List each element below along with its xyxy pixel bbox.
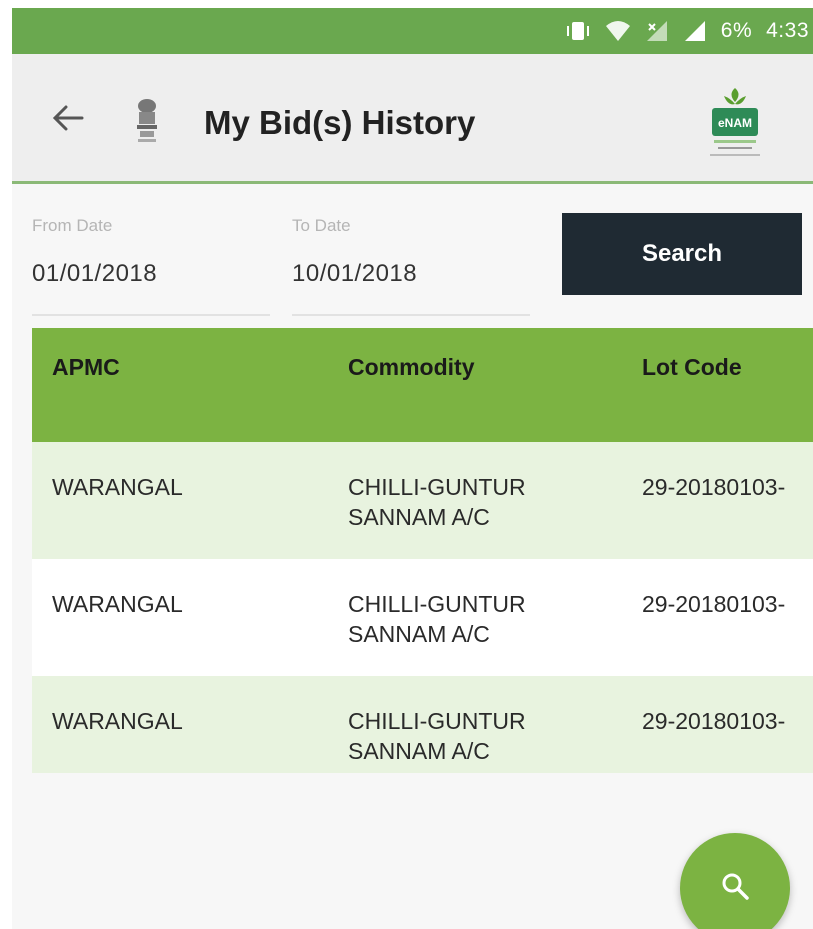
cell-lot-code: 29-20180103- xyxy=(642,708,786,734)
table-row[interactable]: WARANGAL CHILLI-GUNTUR SANNAM A/C 29-201… xyxy=(32,676,813,773)
page-title: My Bid(s) History xyxy=(204,104,476,141)
enam-logo: eNAM xyxy=(702,84,768,170)
to-date-field[interactable]: To Date 10/01/2018 xyxy=(292,208,530,316)
commodity-line1: CHILLI-GUNTUR xyxy=(348,591,526,617)
search-icon xyxy=(720,871,750,906)
cell-commodity: CHILLI-GUNTUR SANNAM A/C xyxy=(348,472,526,532)
header-lot-code[interactable]: Lot Code xyxy=(642,354,742,381)
search-fab[interactable] xyxy=(680,833,790,929)
commodity-line1: CHILLI-GUNTUR xyxy=(348,474,526,500)
cell-commodity: CHILLI-GUNTUR SANNAM A/C xyxy=(348,706,526,766)
app-bar: My Bid(s) History eNAM xyxy=(12,54,813,184)
bid-history-table: APMC Commodity Lot Code WARANGAL CHILLI-… xyxy=(32,328,813,773)
wifi-icon xyxy=(605,20,631,42)
no-sim-signal-icon xyxy=(645,20,669,42)
logo-text: eNAM xyxy=(718,116,752,130)
battery-level: 6% xyxy=(720,19,753,42)
cell-apmc: WARANGAL xyxy=(52,708,183,734)
to-date-underline xyxy=(292,314,530,316)
arrow-left-icon[interactable] xyxy=(50,100,86,136)
clock: 4:33 xyxy=(766,19,809,42)
signal-icon xyxy=(683,20,707,42)
commodity-line2: SANNAM A/C xyxy=(348,504,490,530)
header-apmc[interactable]: APMC xyxy=(52,354,120,381)
from-date-value[interactable]: 01/01/2018 xyxy=(32,260,157,288)
from-date-underline xyxy=(32,314,270,316)
commodity-line1: CHILLI-GUNTUR xyxy=(348,708,526,734)
header-commodity[interactable]: Commodity xyxy=(348,354,475,381)
commodity-line2: SANNAM A/C xyxy=(348,621,490,647)
vibrate-icon xyxy=(565,19,591,43)
status-bar: 6% 4:33 xyxy=(12,8,813,54)
cell-apmc: WARANGAL xyxy=(52,474,183,500)
cell-lot-code: 29-20180103- xyxy=(642,474,786,500)
to-date-label: To Date xyxy=(292,216,351,235)
cell-lot-code: 29-20180103- xyxy=(642,591,786,617)
to-date-value[interactable]: 10/01/2018 xyxy=(292,260,417,288)
table-row[interactable]: WARANGAL CHILLI-GUNTUR SANNAM A/C 29-201… xyxy=(32,559,813,676)
screenshot-border xyxy=(0,0,12,929)
phone-screen: 6% 4:33 My Bid(s) History eNAM From Date… xyxy=(12,8,813,929)
search-button[interactable]: Search xyxy=(562,213,802,295)
commodity-line2: SANNAM A/C xyxy=(348,738,490,764)
from-date-field[interactable]: From Date 01/01/2018 xyxy=(32,208,270,316)
from-date-label: From Date xyxy=(32,216,113,235)
table-header: APMC Commodity Lot Code xyxy=(32,328,813,442)
table-row[interactable]: WARANGAL CHILLI-GUNTUR SANNAM A/C 29-201… xyxy=(32,442,813,559)
cell-apmc: WARANGAL xyxy=(52,591,183,617)
cell-commodity: CHILLI-GUNTUR SANNAM A/C xyxy=(348,589,526,649)
national-emblem-icon xyxy=(134,98,160,146)
